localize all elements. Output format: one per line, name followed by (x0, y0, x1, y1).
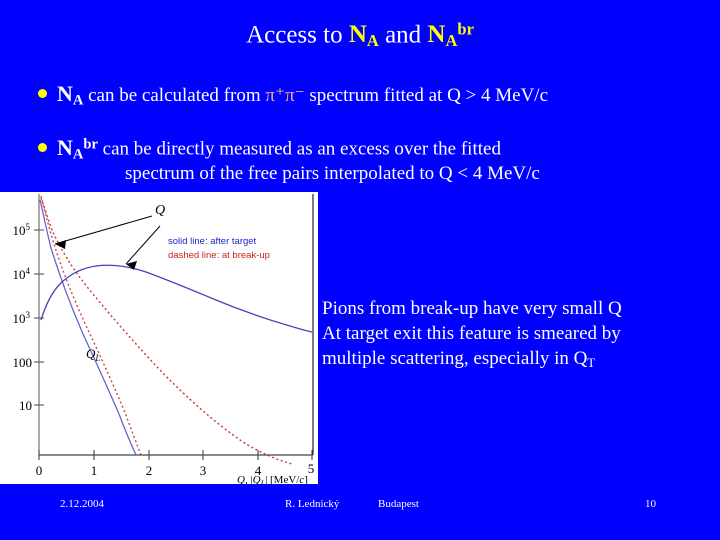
bullet2-n-sub: A (72, 146, 84, 163)
side-text-line-3-main: multiple scattering, especially in Q (322, 348, 588, 369)
x-tick-label-1: 1 (91, 463, 98, 478)
x-tick-label-5: 5 (308, 461, 315, 476)
bullet2-continuation-text: spectrum of the free pairs interpolated … (125, 163, 540, 184)
chart-x-axis-label: Q, |QL| [MeV/c] (237, 474, 308, 484)
bullet1-n-sub: A (72, 92, 84, 109)
bullet2-n-sup: br (83, 136, 98, 152)
page-title: Access to NA and NAbr (0, 16, 720, 56)
title-symbol-na: NA (348, 21, 379, 51)
bullet1-text-before: can be calculated from (83, 85, 266, 106)
bullet2-text: can be directly measured as an excess ov… (97, 138, 501, 160)
side-text-line-3-sub: T (587, 356, 596, 371)
y-tick-label-10: 10 (19, 398, 32, 413)
footer-place: Budapest (378, 498, 419, 510)
title-n2: N (427, 21, 446, 49)
slide-canvas: Access to NA and NAbr NA can be calculat… (0, 0, 720, 540)
x-tick-label-0: 0 (36, 463, 43, 478)
svg-text:Q, |QL| [MeV/c]: Q, |QL| [MeV/c] (237, 474, 308, 484)
figure-q-distribution: 105 104 103 100 10 0 1 2 3 4 5 Q, |QL| [… (0, 192, 318, 484)
title-n1-sub: A (366, 31, 379, 51)
bullet-dot-icon (38, 142, 47, 152)
x-tick-label-3: 3 (200, 463, 207, 478)
side-text-line-1: Pions from break-up have very small Q (322, 298, 622, 319)
side-commentary: Pions from break-up have very small Q At… (322, 296, 622, 376)
x-tick-label-2: 2 (146, 463, 153, 478)
footer-page-number: 10 (645, 498, 656, 510)
footer-date: 2.12.2004 (60, 498, 104, 510)
title-n1: N (348, 21, 367, 49)
bullet-item-1: NA can be calculated from π⁺π⁻ spectrum … (38, 82, 548, 113)
bullet2-n: N (57, 134, 73, 160)
title-middle: and (378, 21, 428, 49)
bullet-dot-icon (38, 89, 47, 99)
title-n2-sup: br (457, 20, 474, 39)
bullet1-n: N (57, 81, 73, 106)
bullet1-text-after: spectrum fitted at Q > 4 MeV/c (304, 85, 549, 106)
legend-entry-solid: solid line: after target (168, 236, 257, 247)
title-prefix: Access to (246, 21, 349, 49)
annotation-label-q: Q (155, 203, 165, 218)
chart-svg: 105 104 103 100 10 0 1 2 3 4 5 Q, |QL| [… (0, 192, 318, 484)
bullet-item-2-continuation: spectrum of the free pairs interpolated … (125, 162, 540, 186)
bullet1-symbol: NA (57, 81, 84, 109)
bullet2-symbol: NAbr (57, 134, 98, 163)
title-symbol-nabr: NAbr (427, 20, 474, 51)
side-text-line-2: At target exit this feature is smeared b… (322, 323, 621, 344)
title-n2-sub: A (445, 31, 458, 51)
y-tick-label-100: 100 (13, 355, 33, 370)
legend-entry-dashed: dashed line: at break-up (168, 250, 270, 261)
side-text-line-3: multiple scattering, especially in QT (322, 346, 622, 376)
bullet1-pion-symbol: π⁺π⁻ (265, 85, 305, 106)
footer-author: R. Lednický (285, 498, 340, 510)
